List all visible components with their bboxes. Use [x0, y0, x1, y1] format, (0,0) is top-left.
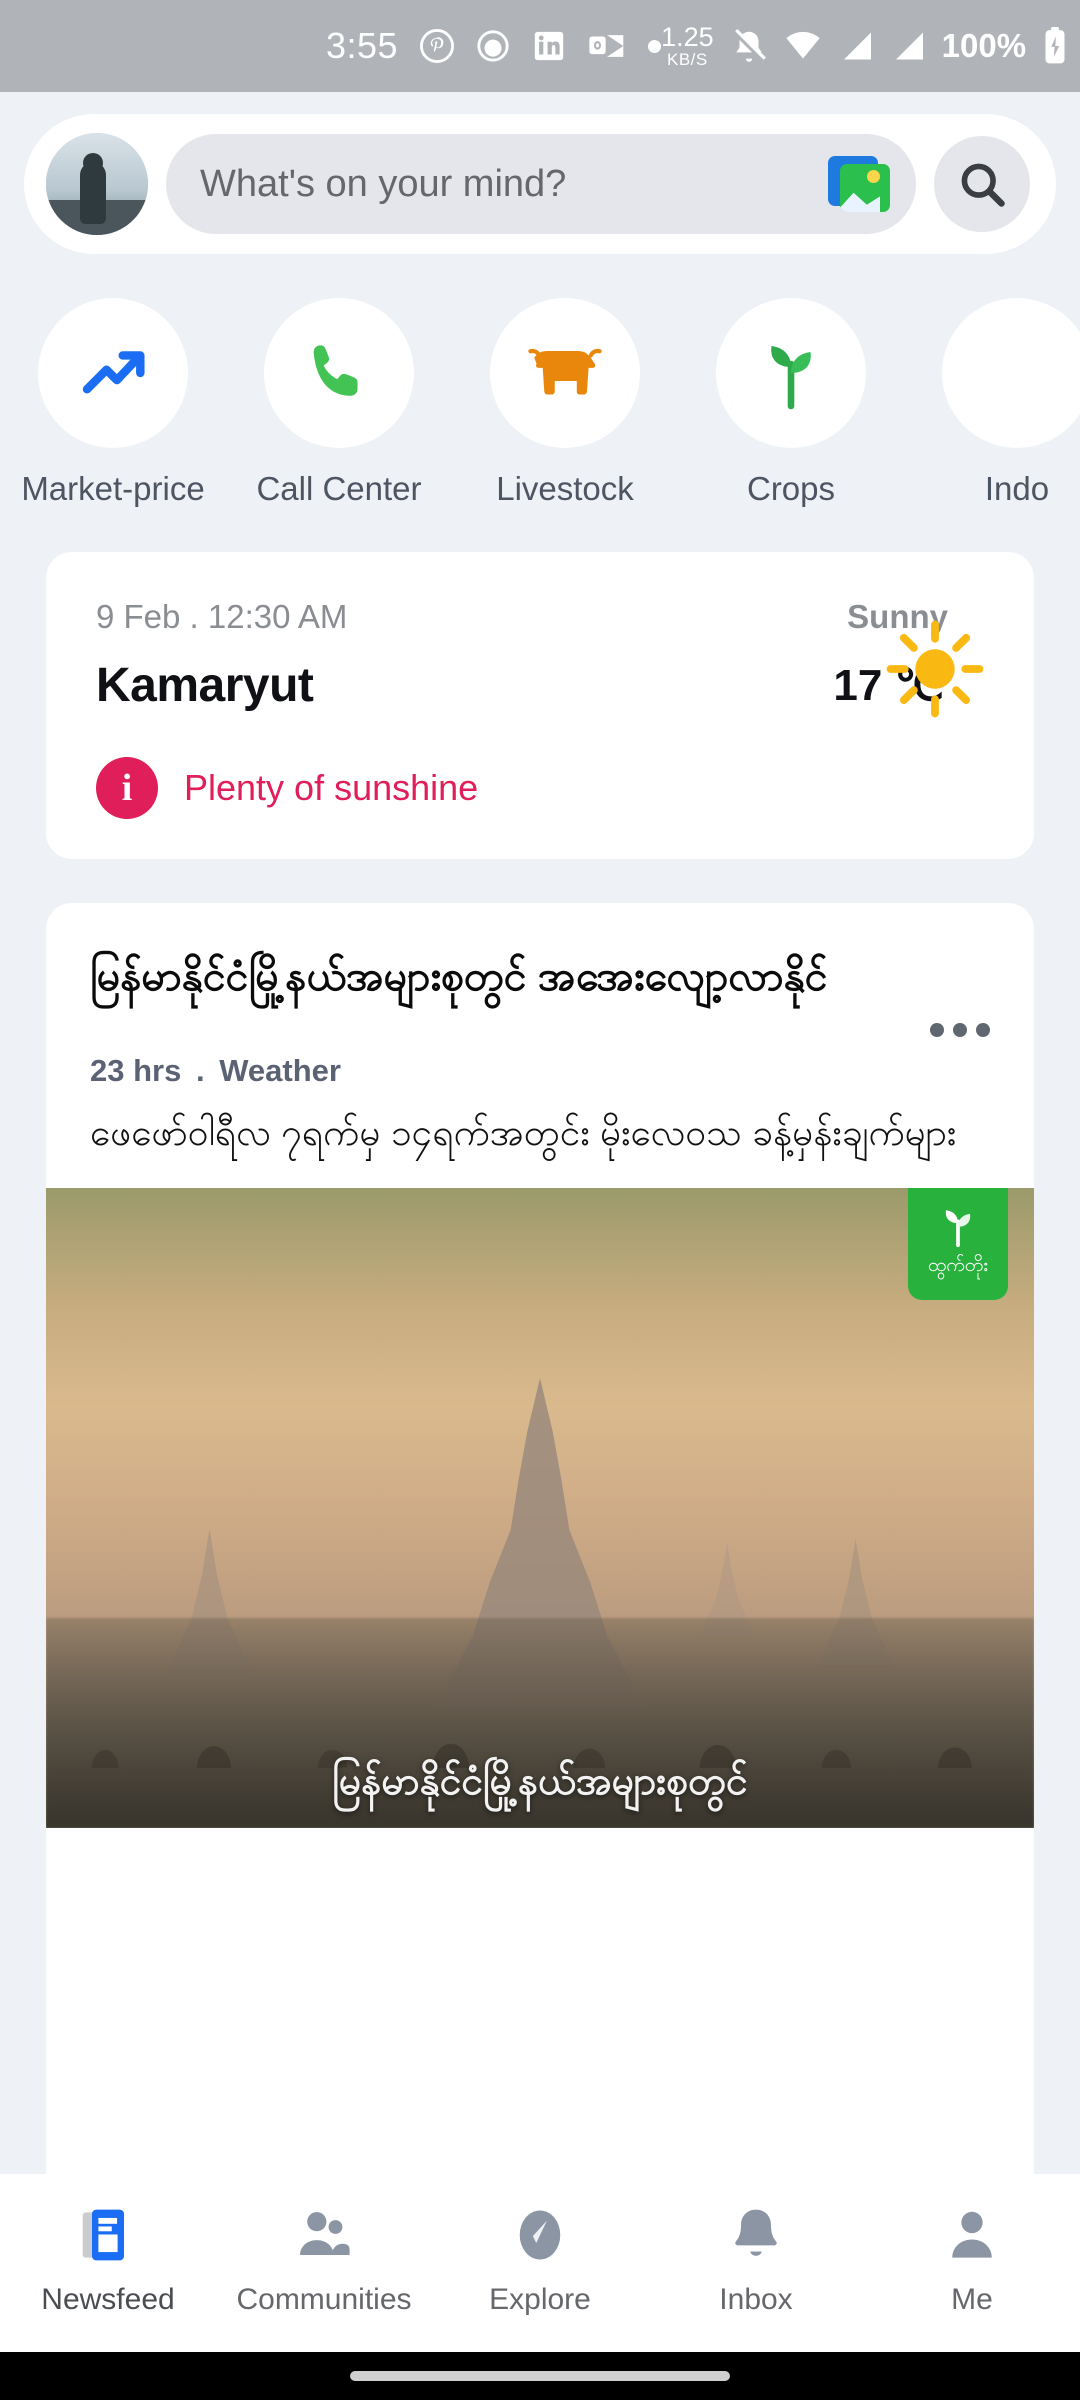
top-bar: What's on your mind? — [0, 92, 1080, 270]
post-card[interactable]: မြန်မာနိုင်ငံမြို့နယ်အများစုတွင် အအေးလျေ… — [46, 903, 1034, 2174]
brand-badge-label: ထွက်တိုး — [927, 1255, 989, 1277]
weather-card[interactable]: 9 Feb . 12:30 AM Sunny Kamaryut 17 ℃ i P… — [46, 552, 1034, 859]
nav-item-inbox[interactable]: Inbox — [648, 2203, 864, 2317]
photo-icon[interactable] — [828, 156, 890, 212]
nav-item-me[interactable]: Me — [864, 2203, 1080, 2317]
mute-icon — [730, 27, 768, 65]
search-icon — [961, 163, 1005, 207]
sun-icon — [886, 620, 984, 717]
nav-item-label: Communities — [236, 2283, 412, 2316]
shortcut-label: Crops — [746, 470, 836, 507]
shortcut-label: Market-price — [21, 470, 205, 507]
dot-icon — [648, 39, 662, 53]
signal-1-icon — [838, 28, 874, 64]
linkedin-icon — [532, 29, 566, 63]
nav-item-label: Newsfeed — [41, 2283, 175, 2316]
top-bar-inner: What's on your mind? — [24, 114, 1056, 254]
shortcut-bubble — [490, 298, 640, 448]
app-screen: 3:55 1.25 KB/S 100% What's on your mind?… — [0, 0, 1080, 2400]
battery-label: 100% — [941, 27, 1027, 64]
person-icon — [952, 2211, 992, 2258]
post-meta: 23 hrs . Weather — [46, 1037, 1034, 1089]
post-image[interactable]: ထွက်တိုး မြန်မာနိုင်ငံမြို့နယ်အများစုတွင… — [46, 1188, 1034, 1829]
weather-main-row: Kamaryut 17 ℃ — [96, 620, 984, 717]
nav-item-label: Explore — [489, 2283, 591, 2316]
photo-icon-sun — [867, 170, 880, 183]
shortcut-indo[interactable]: Indo — [904, 298, 1080, 508]
shortcut-bubble — [942, 298, 1080, 448]
shortcut-label: Call Center — [256, 470, 422, 507]
status-bar: 3:55 1.25 KB/S 100% — [0, 0, 1080, 92]
cow-icon — [528, 348, 602, 395]
bell-icon — [735, 2209, 777, 2256]
shortcut-label: Indo — [984, 470, 1050, 507]
shortcut-bubble — [264, 298, 414, 448]
avatar-person-body — [79, 161, 106, 224]
weather-description-row: i Plenty of sunshine — [96, 757, 984, 819]
phone-icon — [313, 345, 358, 396]
circle-record-icon — [476, 29, 510, 63]
post-time: 23 hrs — [90, 1053, 182, 1088]
wifi-icon — [784, 27, 822, 65]
avatar[interactable] — [46, 133, 148, 235]
pinterest-icon — [420, 29, 455, 63]
shortcut-livestock[interactable]: Livestock — [452, 298, 678, 508]
weather-top-row: 9 Feb . 12:30 AM Sunny — [96, 598, 984, 636]
network-speed: 1.25 KB/S — [661, 22, 714, 69]
bottom-navigation[interactable]: Newsfeed Communities Explore Inbox Me — [0, 2174, 1080, 2352]
gesture-bar-area — [0, 2352, 1080, 2400]
nav-item-communities[interactable]: Communities — [216, 2203, 432, 2317]
nav-item-newsfeed[interactable]: Newsfeed — [0, 2203, 216, 2317]
post-image-caption: မြန်မာနိုင်ငံမြို့နယ်အများစုတွင် — [332, 1760, 748, 1804]
sprout-icon — [945, 1210, 971, 1248]
weather-datetime: 9 Feb . 12:30 AM — [96, 598, 348, 635]
post-meta-separator: . — [195, 1053, 205, 1088]
gesture-bar[interactable] — [350, 2371, 730, 2381]
shortcut-bubble — [38, 298, 188, 448]
shortcut-bubble — [716, 298, 866, 448]
signal-2-icon — [890, 28, 926, 64]
status-bar-clock: 3:55 — [326, 25, 399, 66]
trending-up-icon — [82, 351, 145, 394]
nav-item-label: Me — [951, 2283, 993, 2316]
nav-item-label: Inbox — [719, 2283, 793, 2316]
status-bar-left: 3:55 — [326, 25, 662, 67]
compass-icon — [519, 2210, 561, 2260]
weather-city: Kamaryut — [96, 659, 314, 712]
weather-description: Plenty of sunshine — [184, 767, 479, 808]
post-category[interactable]: Weather — [219, 1053, 341, 1088]
post-body: ဖေဖော်ဝါရီလ ၇ရက်မှ ၁၄ရက်အတွင်း မိုးလေဝသ … — [90, 1112, 957, 1153]
people-icon — [300, 2212, 350, 2255]
newsfeed-icon — [82, 2209, 124, 2261]
nav-item-explore[interactable]: Explore — [432, 2203, 648, 2317]
photo-icon-front — [840, 164, 890, 212]
composer-input[interactable]: What's on your mind? — [166, 134, 916, 234]
more-options-icon[interactable] — [930, 1023, 990, 1037]
sprout-icon — [771, 346, 811, 410]
shortcut-call-center[interactable]: Call Center — [226, 298, 452, 508]
post-title[interactable]: မြန်မာနိုင်ငံမြို့နယ်အများစုတွင် အအေးလျေ… — [90, 945, 930, 1009]
info-icon: i — [96, 757, 158, 819]
search-button[interactable] — [934, 136, 1030, 232]
outlook-icon — [588, 30, 626, 62]
shortcuts-row[interactable]: Market-price Call Center Livestock Crops… — [0, 270, 1080, 518]
post-header: မြန်မာနိုင်ငံမြို့နယ်အများစုတွင် အအေးလျေ… — [46, 903, 1034, 1037]
brand-badge: ထွက်တိုး — [908, 1188, 1008, 1301]
battery-charging-icon — [1042, 27, 1068, 65]
status-bar-right: 1.25 KB/S 100% — [661, 24, 1068, 68]
composer-placeholder: What's on your mind? — [200, 162, 567, 205]
shortcut-crops[interactable]: Crops — [678, 298, 904, 508]
shortcut-market-price[interactable]: Market-price — [0, 298, 226, 508]
shortcut-label: Livestock — [496, 470, 634, 507]
